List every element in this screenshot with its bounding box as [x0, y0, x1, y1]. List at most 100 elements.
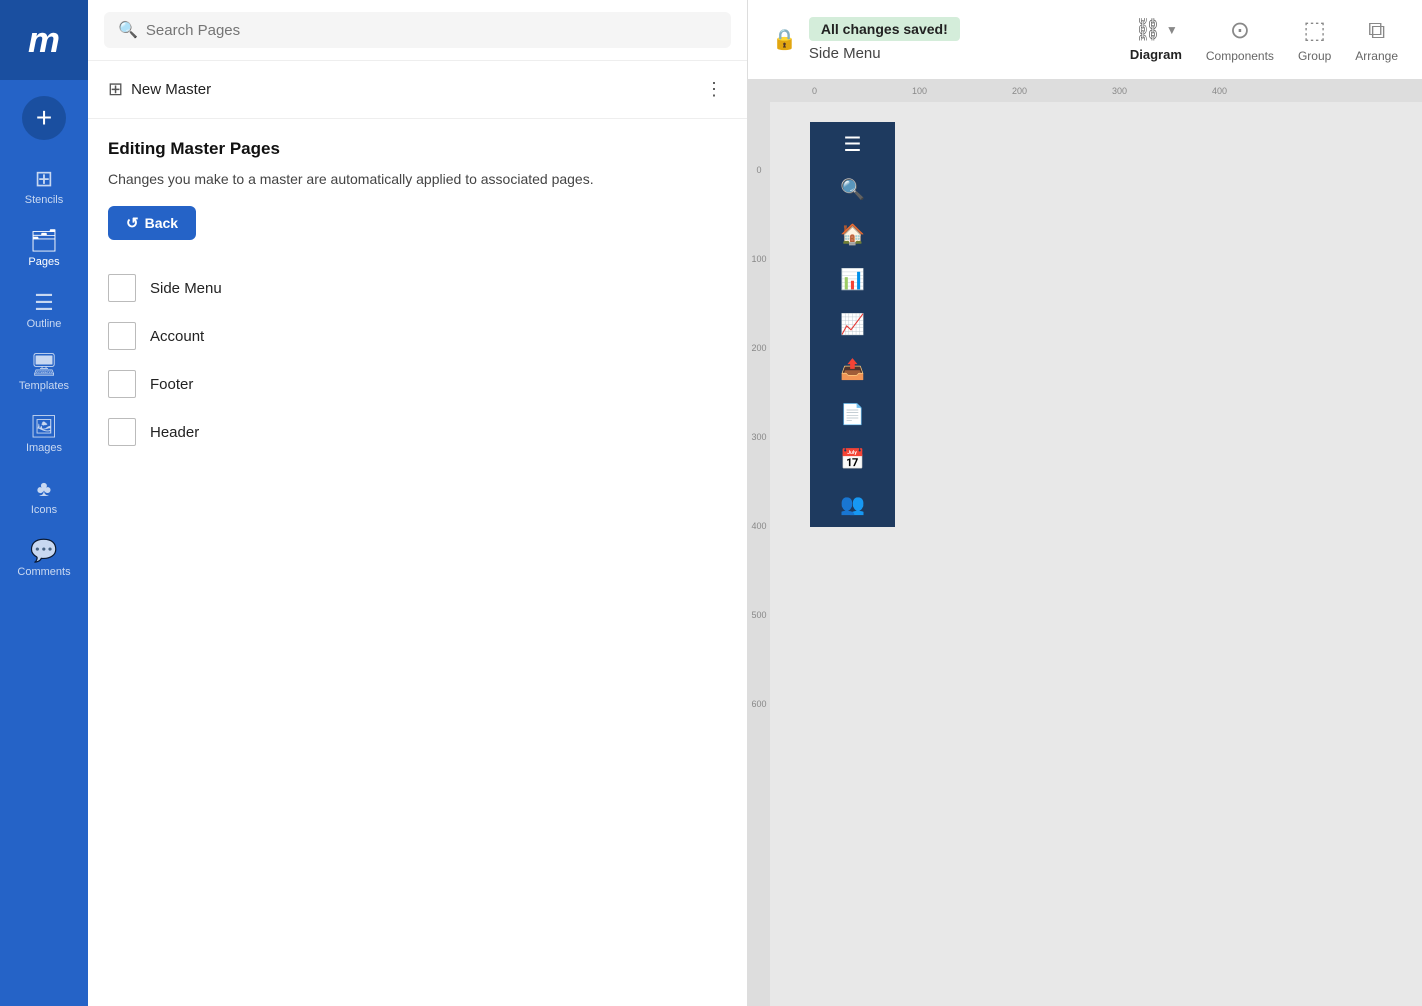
save-status: All changes saved!: [809, 17, 960, 41]
outline-icon: ☰: [34, 292, 54, 314]
page-title: Side Menu: [809, 45, 960, 62]
canvas-viewport: 0 100 200 300 400 0 100 200 300 400 500: [748, 80, 1422, 1006]
arrange-label: Arrange: [1355, 49, 1398, 63]
canvas-area: 🔒 All changes saved! Side Menu ⛓ ▼ Diagr…: [748, 0, 1422, 1006]
diagram-icon: ⛓: [1134, 17, 1162, 43]
chart-menu-icon: 📊: [840, 267, 865, 292]
ruler-vertical: 0 100 200 300 400 500 600: [748, 102, 770, 1006]
ruler-mark: 100: [912, 86, 1012, 96]
ruler-mark: 100: [751, 255, 766, 264]
editing-title: Editing Master Pages: [108, 139, 727, 159]
canvas-content[interactable]: ☰ 🔍 🏠 📊 📈 📤 📄 📅 👥: [770, 102, 1422, 1006]
lock-icon: 🔒: [772, 27, 797, 52]
page-icon: [108, 418, 136, 446]
toolbar-title-group: All changes saved! Side Menu: [809, 17, 960, 62]
sidebar-item-pages[interactable]: 🗂 Pages: [0, 218, 88, 280]
diagram-tool[interactable]: ⛓ ▼ Diagram: [1130, 17, 1182, 62]
page-name: Footer: [150, 376, 193, 393]
page-name: Side Menu: [150, 280, 222, 297]
back-button[interactable]: ↺ Back: [108, 206, 196, 240]
sidebar-item-outline[interactable]: ☰ Outline: [0, 280, 88, 342]
sidebar-item-icons[interactable]: ♣ Icons: [0, 466, 88, 528]
page-icon: [108, 370, 136, 398]
components-label: Components: [1206, 49, 1274, 63]
dropdown-icon: ▼: [1166, 23, 1178, 37]
ruler-mark: 300: [751, 433, 766, 442]
stencils-icon: ⊞: [35, 168, 53, 190]
logo: m: [28, 19, 60, 61]
components-tool[interactable]: ⊙ Components: [1206, 16, 1274, 63]
back-icon: ↺: [126, 214, 139, 232]
icons-icon: ♣: [37, 478, 51, 500]
add-button[interactable]: +: [22, 96, 66, 140]
more-options-button[interactable]: ⋮: [701, 75, 727, 104]
group-icon: ⬚: [1303, 16, 1326, 45]
list-item[interactable]: Account: [108, 312, 727, 360]
add-icon: +: [36, 102, 52, 134]
images-icon: 🖼: [30, 416, 58, 438]
editing-desc: Changes you make to a master are automat…: [108, 169, 727, 190]
page-icon: [108, 322, 136, 350]
group-label: Group: [1298, 49, 1331, 63]
templates-icon: 🖥: [30, 354, 58, 376]
comments-icon: 💬: [30, 540, 57, 562]
arrange-tool[interactable]: ⧉ Arrange: [1355, 17, 1398, 63]
ruler-mark: 200: [751, 344, 766, 353]
canvas-main: 0 100 200 300 400 500 600 ☰ 🔍: [748, 102, 1422, 1006]
sidebar-item-label: Outline: [27, 318, 62, 330]
ruler-mark: 400: [751, 522, 766, 531]
ruler-mark: 400: [1212, 86, 1312, 96]
sidebar-item-label: Images: [26, 442, 62, 454]
calendar-menu-icon: 📅: [840, 447, 865, 472]
ruler-mark: 300: [1112, 86, 1212, 96]
upload-menu-icon: 📤: [840, 357, 865, 382]
page-name: Account: [150, 328, 204, 345]
search-input-wrapper[interactable]: 🔍: [104, 12, 731, 48]
ruler-mark: 0: [756, 166, 761, 175]
home-menu-icon: 🏠: [840, 222, 865, 247]
hamburger-icon: ☰: [844, 132, 862, 157]
pages-icon: 🗂: [30, 230, 58, 252]
search-icon: 🔍: [118, 20, 138, 40]
sidebar-item-label: Templates: [19, 380, 69, 392]
sidebar-item-label: Stencils: [25, 194, 64, 206]
sidebar-item-label: Icons: [31, 504, 57, 516]
diagram-icon-row: ⛓ ▼: [1134, 17, 1178, 43]
list-item[interactable]: Footer: [108, 360, 727, 408]
panel-header: ⊞ New Master ⋮: [88, 61, 747, 119]
list-item[interactable]: Header: [108, 408, 727, 456]
sidebar-item-templates[interactable]: 🖥 Templates: [0, 342, 88, 404]
toolbar-left: 🔒 All changes saved! Side Menu: [772, 17, 1098, 62]
ruler-mark: 600: [751, 700, 766, 709]
sidebar-item-comments[interactable]: 💬 Comments: [0, 528, 88, 590]
list-item[interactable]: Side Menu: [108, 264, 727, 312]
ruler-mark: 200: [1012, 86, 1112, 96]
diagram-label: Diagram: [1130, 47, 1182, 62]
new-master-button[interactable]: ⊞ New Master: [108, 79, 211, 100]
back-label: Back: [145, 215, 178, 231]
page-name: Header: [150, 424, 199, 441]
analytics-menu-icon: 📈: [840, 312, 865, 337]
group-tool[interactable]: ⬚ Group: [1298, 16, 1331, 63]
ruler-horizontal: 0 100 200 300 400: [748, 80, 1422, 102]
icon-sidebar: m + ⊞ Stencils 🗂 Pages ☰ Outline 🖥 Templ…: [0, 0, 88, 1006]
search-bar: 🔍: [88, 0, 747, 61]
sidebar-item-stencils[interactable]: ⊞ Stencils: [0, 156, 88, 218]
master-pages-list: Side Menu Account Footer Header: [88, 256, 747, 464]
ruler-mark: 0: [812, 86, 912, 96]
editing-info: Editing Master Pages Changes you make to…: [88, 119, 747, 256]
toolbar-right: ⛓ ▼ Diagram ⊙ Components ⬚ Group ⧉ Arran…: [1130, 16, 1398, 63]
sidebar-item-images[interactable]: 🖼 Images: [0, 404, 88, 466]
file-menu-icon: 📄: [840, 402, 865, 427]
sidebar-item-label: Pages: [28, 256, 59, 268]
pages-panel: 🔍 ⊞ New Master ⋮ Editing Master Pages Ch…: [88, 0, 748, 1006]
top-toolbar: 🔒 All changes saved! Side Menu ⛓ ▼ Diagr…: [748, 0, 1422, 80]
new-master-label: New Master: [131, 81, 211, 98]
logo-area[interactable]: m: [0, 0, 88, 80]
ruler-mark: 500: [751, 611, 766, 620]
search-menu-icon: 🔍: [840, 177, 865, 202]
components-icon: ⊙: [1230, 16, 1250, 45]
page-icon: [108, 274, 136, 302]
search-input[interactable]: [146, 22, 717, 39]
arrange-icon: ⧉: [1368, 17, 1385, 45]
